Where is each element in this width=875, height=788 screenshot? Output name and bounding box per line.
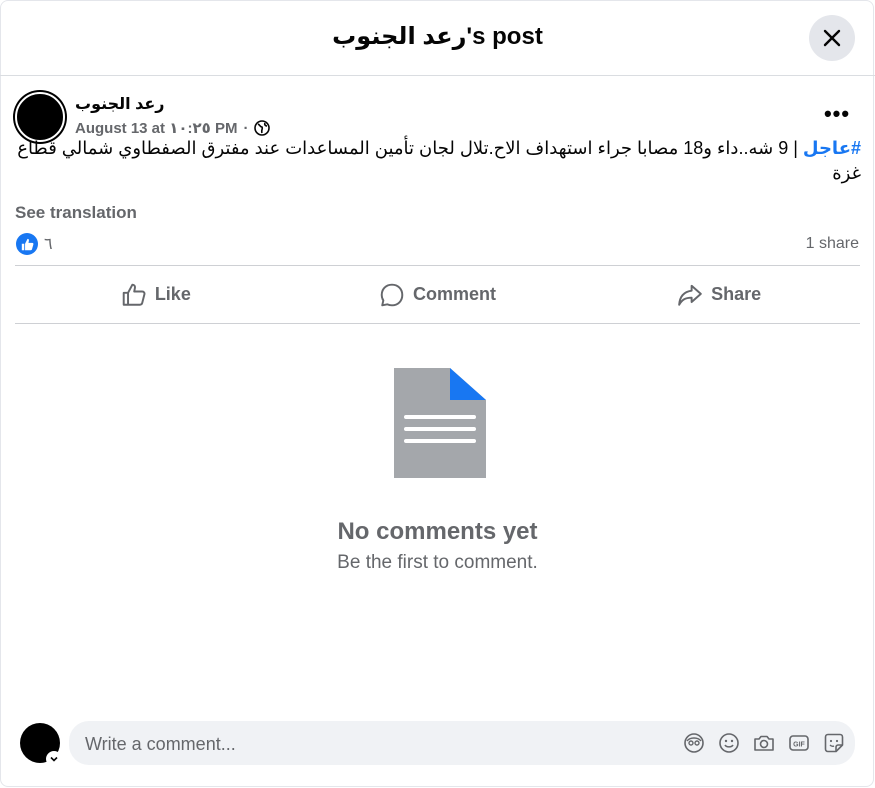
hashtag-link[interactable]: #عاجل xyxy=(803,138,861,158)
close-icon xyxy=(823,29,841,47)
avatar-sticker-button[interactable] xyxy=(682,731,705,754)
like-reaction-icon xyxy=(16,233,38,255)
like-label: Like xyxy=(154,284,191,304)
profile-switch-button[interactable] xyxy=(46,751,62,767)
author-avatar[interactable] xyxy=(15,92,65,142)
actions-divider-bottom xyxy=(15,323,860,324)
comment-label: Comment xyxy=(413,284,497,304)
dialog-title: رعد الجنوب's post xyxy=(332,23,543,50)
composer-tools: GIF xyxy=(682,731,845,754)
chevron-down-icon xyxy=(50,756,58,762)
post-actions: Like Comment Share xyxy=(15,266,860,323)
more-options-button[interactable]: ••• xyxy=(818,100,856,128)
camera-icon xyxy=(753,735,774,751)
comment-bubble-icon xyxy=(380,283,404,306)
comment-composer: GIF xyxy=(69,721,855,767)
svg-text:GIF: GIF xyxy=(793,741,805,748)
author-name[interactable]: رعد الجنوب xyxy=(75,94,165,114)
more-icon: ••• xyxy=(823,101,851,126)
see-translation-link[interactable]: See translation xyxy=(15,203,137,223)
comment-button[interactable]: Comment xyxy=(297,266,579,323)
thumbs-up-icon xyxy=(122,283,146,306)
photo-button[interactable] xyxy=(752,731,775,754)
gif-button[interactable]: GIF xyxy=(787,731,810,754)
avatar-sticker-icon xyxy=(683,732,704,753)
meta-separator: · xyxy=(243,119,249,137)
share-arrow-icon xyxy=(678,284,702,306)
post-meta: August 13 at ١٠:٢٥ PM · xyxy=(75,119,271,137)
emoji-button[interactable] xyxy=(717,731,740,754)
share-button[interactable]: Share xyxy=(578,266,860,323)
emoji-icon xyxy=(718,732,739,753)
reaction-count: ٦ xyxy=(44,236,53,253)
like-button[interactable]: Like xyxy=(15,266,297,323)
document-icon xyxy=(394,368,486,478)
globe-icon xyxy=(254,120,271,136)
share-label: Share xyxy=(711,284,762,304)
gif-icon: GIF xyxy=(788,734,809,751)
empty-title: No comments yet xyxy=(337,518,538,545)
empty-subtitle: Be the first to comment. xyxy=(337,552,538,573)
post-body: | 9 شه..داء و18 مصابا جراء استهداف الاح.… xyxy=(17,138,861,183)
sticker-icon xyxy=(824,733,843,752)
reactions-summary[interactable]: ٦ xyxy=(16,233,53,255)
post-text: #عاجل | 9 شه..داء و18 مصابا جراء استهداف… xyxy=(15,136,861,186)
dialog-header: رعد الجنوب's post xyxy=(0,0,875,76)
close-button[interactable] xyxy=(809,15,855,61)
sticker-button[interactable] xyxy=(822,731,845,754)
post-timestamp[interactable]: August 13 at ١٠:٢٥ PM xyxy=(75,119,237,137)
share-count[interactable]: 1 share xyxy=(806,235,859,253)
comment-input[interactable] xyxy=(83,721,647,767)
